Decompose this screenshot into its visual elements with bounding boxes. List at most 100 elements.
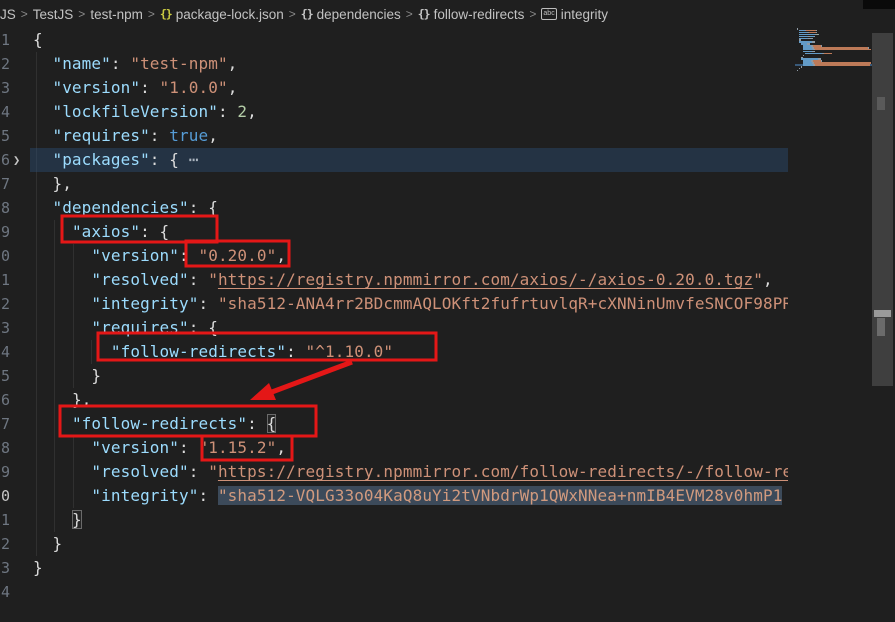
code-line-23[interactable]: 3} — [0, 556, 788, 580]
line-number: 8 — [1, 436, 10, 460]
code-line-6[interactable]: 6❯ "packages": { ⋯ — [0, 148, 788, 172]
code-line-18[interactable]: 8 "version": "1.15.2", — [0, 436, 788, 460]
code-line-16[interactable]: 6 }, — [0, 388, 788, 412]
fold-chevron-icon[interactable]: ❯ — [13, 148, 20, 172]
line-number: 3 — [1, 316, 10, 340]
code-text: "resolved": "https://registry.npmmirror.… — [33, 268, 773, 292]
breadcrumb-item-testjs[interactable]: TestJS — [33, 7, 74, 22]
scrollbar-thumb[interactable] — [872, 33, 893, 386]
line-number: 1 — [1, 268, 10, 292]
breadcrumb-separator: > — [148, 7, 155, 21]
line-number: 5 — [1, 124, 10, 148]
code-text: "name": "test-npm", — [33, 52, 237, 76]
overview-ruler-cursor-marker — [877, 318, 885, 336]
code-line-8[interactable]: 8 "dependencies": { — [0, 196, 788, 220]
line-number: 7 — [1, 172, 10, 196]
breadcrumb-label: dependencies — [317, 7, 401, 22]
code-text: "packages": { ⋯ — [33, 148, 198, 172]
code-text: "version": "1.0.0", — [33, 76, 237, 100]
code-line-14[interactable]: 4 "follow-redirects": "^1.10.0" — [0, 340, 788, 364]
minimap-line — [797, 64, 870, 66]
breadcrumb-item-package-lock-json[interactable]: {} package-lock.json — [160, 7, 284, 22]
breadcrumb-separator: > — [78, 7, 85, 21]
breadcrumb-label: TestJS — [33, 7, 74, 22]
breadcrumb-item-js[interactable]: JS — [0, 7, 16, 22]
code-text: } — [33, 364, 101, 388]
breadcrumb-label: follow-redirects — [434, 7, 525, 22]
code-line-9[interactable]: 9 "axios": { — [0, 220, 788, 244]
code-line-2[interactable]: 2 "name": "test-npm", — [0, 52, 788, 76]
code-text: "integrity": "sha512-ANA4rr2BDcmmAQLOKft… — [33, 292, 788, 316]
breadcrumb-item-follow-redirects[interactable]: {} follow-redirects — [418, 7, 525, 22]
code-text: } — [33, 532, 62, 556]
line-number: 6 — [1, 388, 10, 412]
breadcrumb-label: JS — [0, 7, 16, 22]
breadcrumb-label: test-npm — [90, 7, 143, 22]
line-number: 5 — [1, 364, 10, 388]
breadcrumb-separator: > — [406, 7, 413, 21]
breadcrumb-separator: > — [21, 7, 28, 21]
object-symbol-icon: {} — [418, 7, 430, 21]
code-line-21[interactable]: 1 } — [0, 508, 788, 532]
line-number: 2 — [1, 52, 10, 76]
code-text: }, — [33, 172, 72, 196]
code-line-1[interactable]: 1{ — [0, 28, 788, 52]
code-line-7[interactable]: 7 }, — [0, 172, 788, 196]
code-line-19[interactable]: 9 "resolved": "https://registry.npmmirro… — [0, 460, 788, 484]
breadcrumb-item-integrity[interactable]: abc integrity — [541, 7, 608, 22]
code-line-12[interactable]: 2 "integrity": "sha512-ANA4rr2BDcmmAQLOK… — [0, 292, 788, 316]
line-number: 6 — [1, 148, 10, 172]
code-line-3[interactable]: 3 "version": "1.0.0", — [0, 76, 788, 100]
code-text: "axios": { — [33, 220, 169, 244]
breadcrumb-item-dependencies[interactable]: {} dependencies — [301, 7, 401, 22]
line-number: 0 — [1, 244, 10, 268]
breadcrumb-label: integrity — [561, 7, 608, 22]
line-number: 9 — [1, 460, 10, 484]
code-text: { — [33, 28, 43, 52]
code-line-5[interactable]: 5 "requires": true, — [0, 124, 788, 148]
code-text: "follow-redirects": "^1.10.0" — [33, 340, 393, 364]
breadcrumb-label: package-lock.json — [176, 7, 284, 22]
line-number: 1 — [1, 508, 10, 532]
object-symbol-icon: {} — [301, 7, 313, 21]
line-number: 1 — [1, 28, 10, 52]
code-line-13[interactable]: 3 "requires": { — [0, 316, 788, 340]
code-line-24[interactable]: 4 — [0, 580, 788, 604]
code-text: }, — [33, 388, 91, 412]
code-text: "follow-redirects": { — [33, 412, 276, 436]
overview-ruler-selection-marker — [874, 310, 891, 317]
line-number: 3 — [1, 76, 10, 100]
breadcrumb-item-test-npm[interactable]: test-npm — [90, 7, 143, 22]
breadcrumb: JS > TestJS > test-npm > {} package-lock.json > {… — [0, 0, 895, 28]
line-number: 9 — [1, 220, 10, 244]
code-line-22[interactable]: 2 } — [0, 532, 788, 556]
line-number: 3 — [1, 556, 10, 580]
json-file-icon: {} — [160, 7, 172, 21]
code-line-10[interactable]: 0 "version": "0.20.0", — [0, 244, 788, 268]
code-text: "requires": true, — [33, 124, 218, 148]
code-text: "lockfileVersion": 2, — [33, 100, 257, 124]
code-line-17[interactable]: 7 "follow-redirects": { — [0, 412, 788, 436]
string-symbol-icon: abc — [541, 8, 556, 20]
code-line-15[interactable]: 5 } — [0, 364, 788, 388]
minimap-line — [797, 70, 798, 72]
line-number: 7 — [1, 412, 10, 436]
overview-ruler-fold-marker — [877, 97, 885, 110]
vscode-editor-window: JS > TestJS > test-npm > {} package-lock.json > {… — [0, 0, 895, 622]
line-number: 8 — [1, 196, 10, 220]
line-number: 4 — [1, 100, 10, 124]
line-number: 2 — [1, 532, 10, 556]
code-line-20[interactable]: 0 "integrity": "sha512-VQLG33o04KaQ8uYi2… — [0, 484, 788, 508]
scrollbar-corner — [863, 0, 895, 9]
line-number: 4 — [1, 340, 10, 364]
code-editor[interactable]: 1{2 "name": "test-npm",3 "version": "1.0… — [0, 28, 788, 604]
code-line-4[interactable]: 4 "lockfileVersion": 2, — [0, 100, 788, 124]
code-text: "dependencies": { — [33, 196, 218, 220]
code-text: "integrity": "sha512-VQLG33o04KaQ8uYi2tV… — [33, 484, 782, 508]
breadcrumb-separator: > — [529, 7, 536, 21]
code-text: "requires": { — [33, 316, 218, 340]
minimap[interactable] — [795, 0, 872, 622]
code-text: } — [33, 508, 82, 532]
code-text: "version": "0.20.0", — [33, 244, 286, 268]
code-line-11[interactable]: 1 "resolved": "https://registry.npmmirro… — [0, 268, 788, 292]
